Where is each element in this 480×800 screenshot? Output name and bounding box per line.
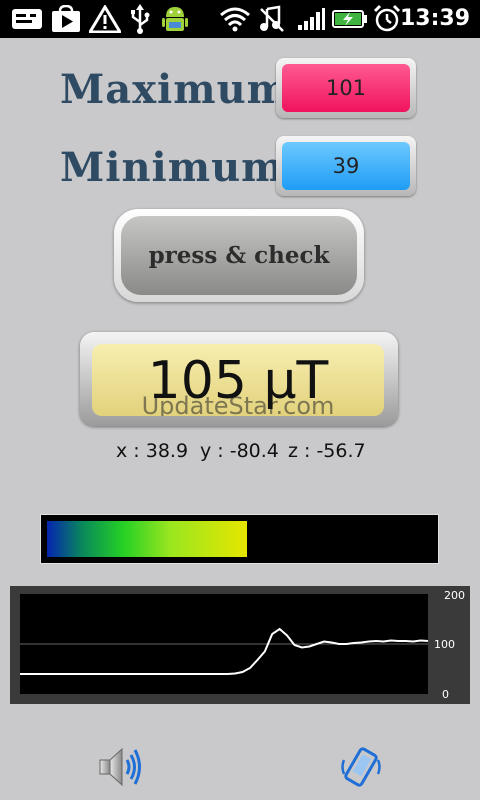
axis-y-readout: y : -80.4 bbox=[200, 440, 279, 462]
signal-icon bbox=[296, 5, 326, 33]
axis-z-readout: z : -56.7 bbox=[288, 440, 366, 462]
vibrate-icon[interactable] bbox=[336, 742, 386, 792]
minimum-value: 39 bbox=[282, 142, 410, 190]
press-check-button[interactable]: press & check bbox=[114, 209, 364, 302]
usb-icon bbox=[128, 4, 152, 34]
music-off-icon bbox=[258, 5, 286, 33]
speaker-icon[interactable] bbox=[96, 742, 146, 792]
battery-charging-icon bbox=[332, 5, 368, 33]
history-chart: 200 100 0 bbox=[20, 589, 465, 701]
level-meter-fill bbox=[47, 521, 247, 557]
press-check-label: press & check bbox=[121, 216, 357, 295]
maximum-value: 101 bbox=[282, 64, 410, 112]
maximum-value-box: 101 bbox=[276, 58, 416, 118]
status-time: 13:39 bbox=[399, 6, 470, 31]
tick-label-100: 100 bbox=[434, 638, 455, 651]
reading-display: UpdateStar.com 105 μT bbox=[80, 332, 398, 426]
level-meter bbox=[40, 514, 439, 564]
minimum-value-box: 39 bbox=[276, 136, 416, 196]
history-graph: 200 100 0 bbox=[10, 586, 470, 704]
tick-label-0: 0 bbox=[442, 688, 449, 701]
tick-label-200: 200 bbox=[444, 589, 465, 602]
warning-icon bbox=[88, 5, 122, 33]
android-icon bbox=[158, 5, 192, 33]
wifi-icon bbox=[218, 5, 252, 33]
reading-value: 105 μT bbox=[147, 351, 329, 411]
alarm-icon bbox=[372, 4, 402, 33]
play-store-icon bbox=[50, 5, 82, 33]
axis-x-readout: x : 38.9 bbox=[116, 440, 189, 462]
message-icon bbox=[10, 5, 44, 33]
status-bar: 13:39 bbox=[0, 0, 480, 38]
